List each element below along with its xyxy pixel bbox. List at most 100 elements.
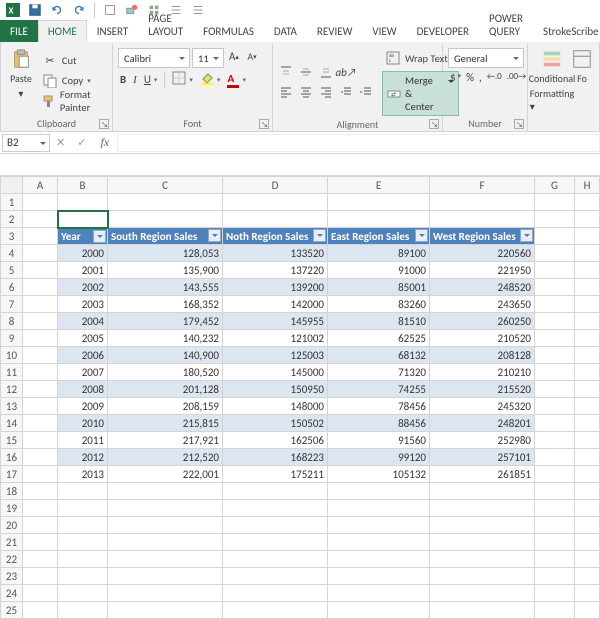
cell[interactable]: [58, 534, 108, 551]
cell[interactable]: [535, 483, 575, 500]
percent-format-button[interactable]: %: [466, 71, 474, 84]
format-painter-button[interactable]: Format Painter: [39, 91, 107, 111]
fill-color-button[interactable]: [200, 71, 214, 88]
cell[interactable]: 68132: [328, 347, 430, 364]
cell[interactable]: [575, 228, 600, 245]
cell[interactable]: [223, 551, 328, 568]
cell[interactable]: [575, 347, 600, 364]
cell[interactable]: [23, 194, 58, 211]
cell[interactable]: [223, 568, 328, 585]
cell[interactable]: 2013: [58, 466, 108, 483]
row-header[interactable]: 18: [1, 483, 23, 500]
tab-power-query[interactable]: POWER QUERY: [479, 7, 533, 42]
cell[interactable]: [430, 551, 535, 568]
cell[interactable]: 217,921: [108, 432, 223, 449]
cell[interactable]: [535, 551, 575, 568]
cell[interactable]: [575, 500, 600, 517]
tab-page-layout[interactable]: PAGE LAYOUT: [138, 7, 193, 42]
number-format-dropdown[interactable]: General: [448, 48, 524, 68]
cell[interactable]: 2001: [58, 262, 108, 279]
cell[interactable]: [223, 483, 328, 500]
cell[interactable]: [23, 262, 58, 279]
cell[interactable]: [535, 602, 575, 619]
row-header[interactable]: 15: [1, 432, 23, 449]
align-bottom-icon[interactable]: [318, 64, 334, 80]
row-header[interactable]: 11: [1, 364, 23, 381]
cell[interactable]: [223, 517, 328, 534]
cell[interactable]: 2009: [58, 398, 108, 415]
cell[interactable]: 243650: [430, 296, 535, 313]
cell[interactable]: [23, 313, 58, 330]
decrease-decimal-button[interactable]: .00→: [507, 71, 527, 84]
cell[interactable]: 140,900: [108, 347, 223, 364]
row-header[interactable]: 23: [1, 568, 23, 585]
cell[interactable]: [575, 432, 600, 449]
cell[interactable]: 125003: [223, 347, 328, 364]
bold-button[interactable]: B: [120, 73, 126, 86]
cell[interactable]: [23, 381, 58, 398]
cell[interactable]: [575, 313, 600, 330]
cell[interactable]: [23, 500, 58, 517]
cell[interactable]: 99120: [328, 449, 430, 466]
row-header[interactable]: 17: [1, 466, 23, 483]
cell[interactable]: [223, 602, 328, 619]
enter-icon[interactable]: ✓: [71, 136, 92, 149]
select-all-corner[interactable]: [1, 177, 23, 194]
formula-input[interactable]: [117, 134, 600, 152]
save-icon[interactable]: [28, 3, 42, 17]
cell[interactable]: [535, 347, 575, 364]
cell[interactable]: [575, 534, 600, 551]
cell[interactable]: 133520: [223, 245, 328, 262]
cell[interactable]: [108, 585, 223, 602]
cell[interactable]: 135,900: [108, 262, 223, 279]
tab-data[interactable]: DATA: [264, 20, 307, 42]
cell[interactable]: [575, 330, 600, 347]
cell[interactable]: 210520: [430, 330, 535, 347]
filter-button[interactable]: [93, 230, 106, 243]
cell[interactable]: [575, 211, 600, 228]
cell[interactable]: [430, 534, 535, 551]
cell[interactable]: 252980: [430, 432, 535, 449]
cell[interactable]: [23, 602, 58, 619]
cell[interactable]: 105132: [328, 466, 430, 483]
cell[interactable]: [575, 381, 600, 398]
cell[interactable]: 121002: [223, 330, 328, 347]
undo-icon[interactable]: [50, 3, 64, 17]
cell[interactable]: 2011: [58, 432, 108, 449]
cell[interactable]: West Region Sales: [430, 228, 535, 245]
accounting-format-button[interactable]: $: [450, 71, 456, 84]
fx-icon[interactable]: fx: [92, 135, 117, 150]
cell[interactable]: [23, 534, 58, 551]
dialog-launcher[interactable]: [429, 119, 439, 129]
row-header[interactable]: 9: [1, 330, 23, 347]
cell[interactable]: 220560: [430, 245, 535, 262]
cell[interactable]: [535, 432, 575, 449]
tab-strokescribe[interactable]: StrokeScribe: [533, 20, 600, 42]
row-header[interactable]: 13: [1, 398, 23, 415]
cell[interactable]: 208128: [430, 347, 535, 364]
cell[interactable]: [575, 449, 600, 466]
cell[interactable]: [535, 500, 575, 517]
row-header[interactable]: 10: [1, 347, 23, 364]
cell[interactable]: [430, 602, 535, 619]
row-header[interactable]: 24: [1, 585, 23, 602]
row-header[interactable]: 3: [1, 228, 23, 245]
cell[interactable]: [108, 517, 223, 534]
cell[interactable]: [535, 211, 575, 228]
decrease-indent-icon[interactable]: [338, 84, 354, 100]
cell[interactable]: 2010: [58, 415, 108, 432]
worksheet-grid[interactable]: A B C D E F G H I 123YearSouth Region Sa…: [0, 176, 600, 619]
cell[interactable]: 62525: [328, 330, 430, 347]
increase-decimal-button[interactable]: ←.0: [487, 71, 502, 84]
filter-button[interactable]: [415, 229, 428, 242]
cell[interactable]: Year: [58, 228, 108, 245]
cell[interactable]: [535, 415, 575, 432]
cell[interactable]: [108, 568, 223, 585]
cell[interactable]: 81510: [328, 313, 430, 330]
cell[interactable]: [23, 568, 58, 585]
cell[interactable]: [23, 245, 58, 262]
tab-developer[interactable]: DEVELOPER: [407, 20, 479, 42]
cell[interactable]: [575, 517, 600, 534]
row-header[interactable]: 19: [1, 500, 23, 517]
cell[interactable]: 212,520: [108, 449, 223, 466]
